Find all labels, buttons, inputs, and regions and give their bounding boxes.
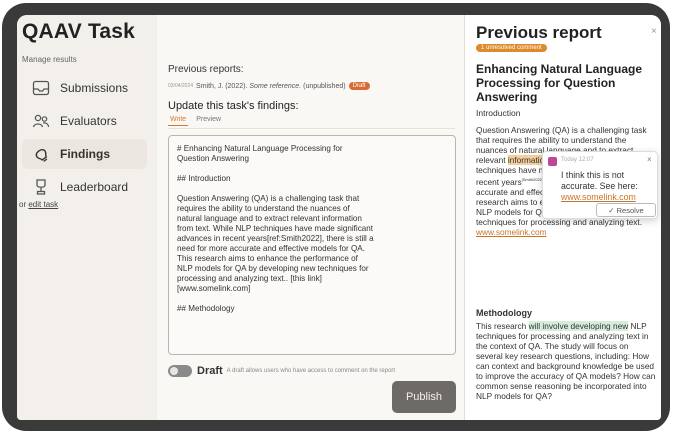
panel-title: Previous report (476, 23, 602, 42)
screen: QAAV Task Manage results Submissions Eva… (17, 15, 661, 420)
report-heading: Enhancing Natural Language Processing fo… (476, 62, 643, 104)
comment-body: I think this is not accurate. See here: (561, 170, 638, 191)
avatar (548, 157, 557, 166)
comment-popover: Today 12:07 × I think this is not accura… (542, 151, 658, 219)
update-findings-label: Update this task's findings: (168, 100, 299, 112)
sidebar-item-leaderboard[interactable]: Leaderboard (22, 172, 147, 202)
sidebar-item-label: Evaluators (60, 114, 117, 128)
methodology-label: Methodology (476, 308, 532, 318)
edit-task-link[interactable]: edit task (28, 200, 58, 209)
report-link[interactable]: www.somelink.com (476, 227, 547, 237)
users-icon (26, 106, 56, 136)
main-panel: Previous reports: 03/04/2024 Smith, J. (… (157, 15, 464, 420)
tab-preview[interactable]: Preview (194, 116, 223, 126)
unresolved-comment-badge[interactable]: 1 unresolved comment (476, 44, 547, 52)
sidebar-item-label: Findings (60, 147, 110, 161)
inbox-icon (26, 73, 56, 103)
draft-toggle[interactable] (168, 365, 192, 377)
report-status: (unpublished) (303, 82, 346, 90)
report-author: Smith, J. (2022). (196, 82, 248, 90)
close-icon[interactable]: × (647, 155, 652, 164)
resolve-button[interactable]: ✓ Resolve (596, 203, 656, 217)
publish-button[interactable]: Publish (392, 381, 456, 413)
tab-divider (168, 128, 455, 129)
sidebar-item-label: Leaderboard (60, 180, 129, 194)
sidebar-item-evaluators[interactable]: Evaluators (22, 106, 147, 136)
device-frame: QAAV Task Manage results Submissions Eva… (2, 3, 670, 431)
sidebar-item-label: Submissions (60, 81, 129, 95)
citation: [Smith2022] (521, 177, 544, 182)
tab-write[interactable]: Write (168, 116, 189, 126)
lightbulb-icon (26, 139, 56, 169)
manage-results-label: Manage results (22, 55, 77, 64)
draft-label: Draft (197, 365, 223, 377)
highlighted-text[interactable]: will involve developing new (528, 321, 629, 331)
report-date: 03/04/2024 (168, 83, 194, 89)
previous-reports-label: Previous reports: (168, 64, 244, 75)
comment-text: I think this is not accurate. See here: … (561, 170, 653, 203)
methodology-paragraph: This research will involve developing ne… (476, 321, 656, 401)
trophy-icon (26, 172, 56, 202)
sidebar-item-submissions[interactable]: Submissions (22, 73, 147, 103)
app-title: QAAV Task (22, 20, 136, 43)
paragraph-text: This research (476, 321, 529, 331)
report-reference: Some reference. (249, 82, 302, 90)
draft-badge: Draft (348, 82, 370, 90)
introduction-label: Introduction (476, 108, 521, 118)
sidebar-item-findings[interactable]: Findings (22, 139, 147, 169)
draft-description: A draft allows users who have access to … (226, 368, 396, 374)
sidebar: QAAV Task Manage results Submissions Eva… (17, 15, 157, 420)
draft-row: Draft A draft allows users who have acce… (168, 365, 395, 377)
previous-report-entry[interactable]: 03/04/2024 Smith, J. (2022). Some refere… (168, 82, 370, 90)
paragraph-text: NLP techniques for processing and analyz… (476, 321, 656, 401)
close-icon[interactable]: × (651, 26, 657, 37)
edit-task: or edit task (19, 200, 58, 209)
comment-time: Today 12:07 (561, 157, 594, 163)
comment-link[interactable]: www.somelink.com (561, 192, 636, 202)
findings-editor[interactable]: # Enhancing Natural Language Processing … (168, 135, 456, 355)
editor-tabs: Write Preview (168, 116, 229, 126)
edit-task-prefix: or (19, 200, 27, 209)
